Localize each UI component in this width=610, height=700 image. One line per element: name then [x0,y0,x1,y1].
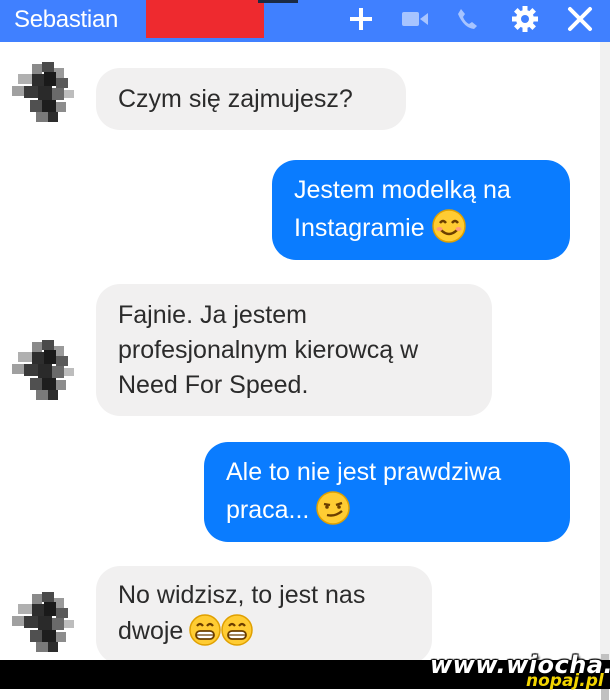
message-text: dwoje [118,617,184,645]
phone-icon[interactable] [452,4,482,34]
redaction-box [146,0,264,38]
message-text: No widzisz, to jest nas [118,581,366,609]
avatar[interactable] [8,586,82,660]
message-bubble-incoming[interactable]: Fajnie. Ja jestem profesjonalnym kierowc… [96,284,492,416]
grin-emoji-icon [189,613,254,657]
close-icon[interactable] [564,4,596,34]
message-bubble-incoming[interactable]: Czym się zajmujesz? [96,68,406,130]
avatar[interactable] [8,56,82,130]
message-bubble-incoming[interactable]: No widzisz, to jest nas dwoje [96,566,432,664]
message-text: Czym się zajmujesz? [118,85,353,113]
message-text: profesjonalnym kierowcą w [118,336,419,364]
scrollbar[interactable] [600,42,610,700]
message-text: Need For Speed. [118,371,309,399]
message-bubble-outgoing[interactable]: Jestem modelką na Instagramie [272,160,570,260]
message-text: praca... [226,496,310,524]
message-text: Instagramie [294,214,425,242]
gear-icon[interactable] [508,4,542,34]
message-text: Ale to nie jest prawdziwa [226,458,502,486]
message-text: Jestem modelką na [294,176,511,204]
plus-icon[interactable] [346,4,376,34]
smiling-blush-emoji-icon [431,208,467,254]
contact-name[interactable]: Sebastian [14,6,118,34]
chat-header: Sebastian [0,0,610,42]
message-bubble-outgoing[interactable]: Ale to nie jest prawdziwa praca... [204,442,570,542]
header-notch [258,0,298,3]
message-text: Fajnie. Ja jestem [118,301,307,329]
smirk-emoji-icon [315,490,351,536]
video-icon[interactable] [400,4,430,34]
watermark-subtext: nopaj.pl [526,671,604,691]
avatar[interactable] [8,334,82,408]
